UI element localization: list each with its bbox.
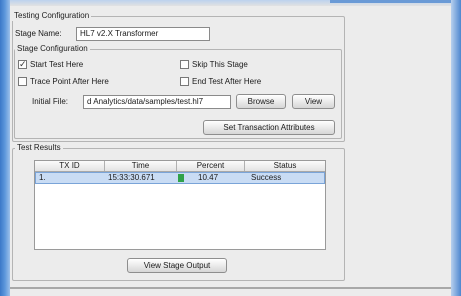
results-table[interactable]: TX ID Time Percent Status 1. 15:33:30.67… — [34, 160, 326, 250]
end-test-after-here-checkbox[interactable]: End Test After Here — [180, 75, 261, 87]
table-header: TX ID Time Percent Status — [35, 161, 325, 172]
column-header-time[interactable]: Time — [105, 161, 177, 171]
window-frame-right — [451, 0, 461, 296]
checkmark-icon: ✓ — [19, 58, 27, 69]
view-button[interactable]: View — [292, 94, 335, 109]
checkbox-box[interactable] — [18, 76, 27, 86]
skip-this-stage-checkbox[interactable]: Skip This Stage — [180, 58, 248, 70]
stage-name-label: Stage Name: — [15, 29, 62, 38]
percent-progress-bar — [178, 174, 184, 182]
cell-tx-id: 1. — [39, 173, 46, 182]
view-stage-output-button[interactable]: View Stage Output — [127, 258, 227, 273]
initial-file-field[interactable]: d Analytics/data/samples/test.hl7 — [83, 95, 231, 109]
cell-time: 15:33:30.671 — [108, 173, 155, 182]
skip-this-stage-label: Skip This Stage — [192, 59, 248, 69]
stage-configuration-title: Stage Configuration — [15, 44, 90, 54]
window-frame-left — [0, 0, 10, 296]
stage-name-field[interactable]: HL7 v2.X Transformer — [76, 27, 210, 41]
table-row[interactable]: 1. 15:33:30.671 10.47 Success — [35, 172, 325, 184]
browse-button[interactable]: Browse — [236, 94, 286, 109]
start-test-here-checkbox[interactable]: ✓ Start Test Here — [18, 58, 83, 70]
column-header-percent[interactable]: Percent — [177, 161, 245, 171]
cell-status: Success — [251, 173, 282, 182]
column-header-status[interactable]: Status — [245, 161, 325, 171]
initial-file-label: Initial File: — [32, 97, 69, 106]
start-test-here-label: Start Test Here — [30, 59, 84, 69]
cell-percent: 10.47 — [198, 173, 219, 182]
test-results-title: Test Results — [15, 143, 63, 153]
trace-point-after-here-checkbox[interactable]: Trace Point After Here — [18, 75, 109, 87]
end-test-after-here-label: End Test After Here — [192, 76, 262, 86]
bottom-divider — [10, 287, 451, 289]
window-frame-top-accent — [330, 0, 461, 3]
set-transaction-attributes-button[interactable]: Set Transaction Attributes — [203, 120, 335, 135]
column-header-tx-id[interactable]: TX ID — [35, 161, 105, 171]
testing-configuration-title: Testing Configuration — [12, 11, 92, 21]
checkbox-box[interactable]: ✓ — [18, 58, 27, 69]
checkbox-box[interactable] — [180, 76, 189, 86]
checkbox-box[interactable] — [180, 59, 189, 69]
trace-point-after-here-label: Trace Point After Here — [30, 76, 109, 86]
